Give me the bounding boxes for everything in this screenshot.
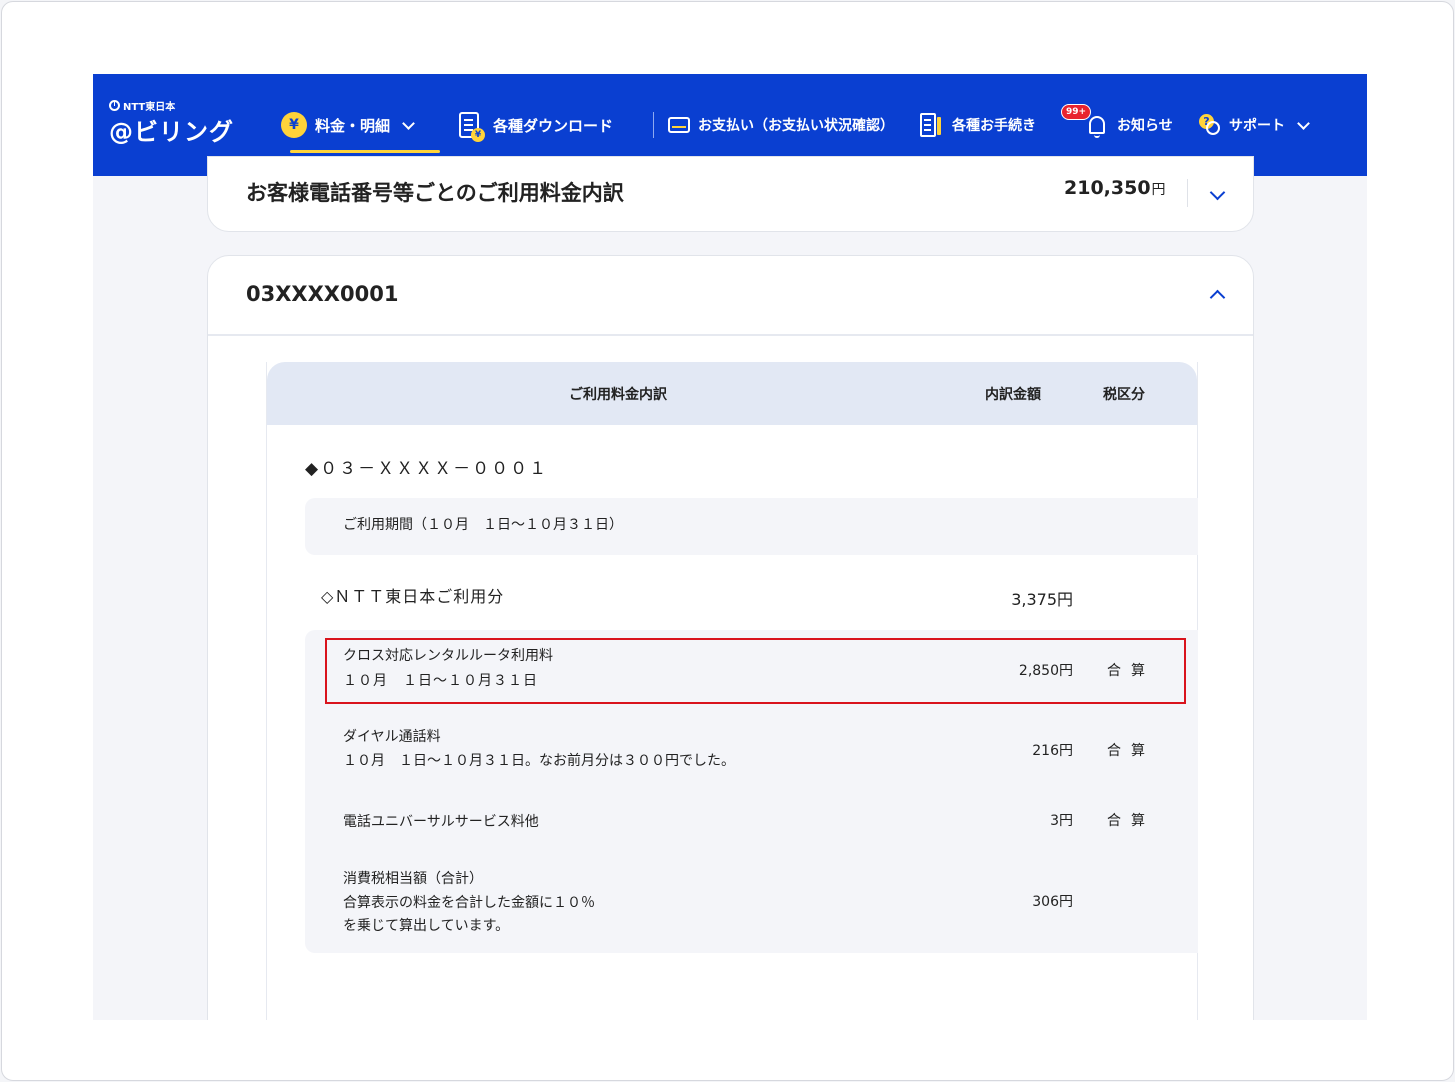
nav-downloads-label: 各種ダウンロード	[493, 116, 614, 135]
logo-main-text: @ビリング	[109, 118, 234, 146]
logo[interactable]: NTT東日本 @ビリング	[109, 98, 233, 158]
download-document-icon: ¥	[459, 112, 485, 142]
phone-detail-header[interactable]: 03XXXX0001	[208, 256, 1253, 336]
item-note: を乗じて算出しています。	[343, 918, 510, 934]
phone-line-label: ◆０３－ＸＸＸＸ－０００１	[305, 459, 549, 479]
service-amount: 3,375円	[1011, 590, 1073, 609]
item-tax-category: 合算	[1107, 743, 1155, 759]
nav-divider	[653, 112, 654, 138]
bell-icon	[1089, 116, 1105, 138]
charge-items: クロス対応レンタルルータ利用料 １０月 １日～１０月３１日 2,850円 合算 …	[305, 630, 1198, 953]
nav-downloads[interactable]: ¥ 各種ダウンロード	[459, 110, 614, 142]
summary-amount-value: 210,350	[1064, 177, 1151, 199]
item-amount: 216円	[1032, 743, 1073, 759]
charges-table: ご利用料金内訳 内訳金額 税区分 ◆０３－ＸＸＸＸ－０００１ ご利用期間（１０月…	[266, 362, 1198, 1020]
app-window: NTT東日本 @ビリング ¥ 料金・明細 ¥ 各種ダウンロード お支払い（お支払…	[93, 74, 1367, 1020]
col-amount: 内訳金額	[985, 387, 1041, 403]
chevron-down-icon	[1297, 116, 1310, 130]
form-pen-icon	[920, 113, 941, 137]
logo-small-text: NTT東日本	[123, 102, 176, 113]
screenshot-frame: NTT東日本 @ビリング ¥ 料金・明細 ¥ 各種ダウンロード お支払い（お支払…	[1, 1, 1454, 1081]
item-name: 消費税相当額（合計）	[343, 871, 483, 887]
item-name: ダイヤル通話料	[343, 729, 441, 745]
ntt-power-icon	[109, 100, 120, 111]
phone-detail-panel: 03XXXX0001 ご利用料金内訳 内訳金額 税区分 ◆０３－ＸＸＸＸ－０００…	[207, 255, 1254, 1020]
item-amount: 306円	[1032, 894, 1073, 910]
nav-payment-label: お支払い（お支払い状況確認）	[698, 118, 894, 134]
chevron-down-icon[interactable]	[1209, 184, 1226, 201]
chevron-down-icon	[402, 116, 415, 130]
usage-period-row: ご利用期間（１０月 １日～１０月３１日）	[305, 498, 1198, 555]
phone-number-title: 03XXXX0001	[246, 282, 399, 306]
item-amount: 2,850円	[1018, 663, 1073, 679]
chevron-up-icon[interactable]	[1209, 289, 1226, 306]
item-name: クロス対応レンタルルータ利用料	[343, 648, 553, 664]
col-breakdown: ご利用料金内訳	[569, 387, 667, 403]
yen-icon: ¥	[281, 112, 307, 138]
active-tab-indicator	[290, 150, 440, 153]
credit-card-icon	[668, 117, 690, 133]
item-amount: 3円	[1050, 813, 1073, 829]
item-name: 電話ユニバーサルサービス料他	[343, 814, 539, 830]
summary-title: お客様電話番号等ごとのご利用料金内訳	[246, 181, 624, 205]
nav-billing[interactable]: ¥ 料金・明細	[281, 110, 415, 140]
table-header: ご利用料金内訳 内訳金額 税区分	[267, 362, 1197, 425]
currency-label: 円	[1151, 182, 1166, 198]
nav-billing-label: 料金・明細	[315, 116, 391, 135]
ntt-logo: NTT東日本	[109, 98, 175, 113]
summary-divider	[1187, 179, 1188, 207]
col-tax: 税区分	[1103, 387, 1145, 403]
item-tax-category: 合算	[1107, 813, 1155, 829]
nav-notices[interactable]: お知らせ	[1089, 110, 1173, 140]
support-chat-icon: ?	[1199, 114, 1221, 136]
nav-support[interactable]: ? サポート	[1199, 110, 1310, 140]
notification-badge: 99+	[1061, 104, 1092, 120]
usage-period-text: ご利用期間（１０月 １日～１０月３１日）	[343, 517, 623, 533]
item-period: １０月 １日～１０月３１日。なお前月分は３００円でした。	[343, 753, 735, 769]
item-period: １０月 １日～１０月３１日	[343, 673, 538, 689]
service-label: ◇ＮＴＴ東日本ご利用分	[321, 587, 505, 606]
summary-panel[interactable]: お客様電話番号等ごとのご利用料金内訳 210,350円	[207, 156, 1254, 232]
item-tax-category: 合算	[1107, 663, 1155, 679]
nav-support-label: サポート	[1229, 118, 1285, 134]
nav-payment[interactable]: お支払い（お支払い状況確認）	[668, 110, 894, 140]
summary-total-amount: 210,350円	[1064, 177, 1166, 199]
nav-notices-label: お知らせ	[1117, 118, 1173, 134]
nav-procedures[interactable]: 各種お手続き	[920, 110, 1036, 140]
service-subtotal-row: ◇ＮＴＴ東日本ご利用分 3,375円	[305, 572, 1197, 622]
item-note: 合算表示の料金を合計した金額に１０％	[343, 895, 595, 911]
nav-procedures-label: 各種お手続き	[952, 118, 1036, 134]
